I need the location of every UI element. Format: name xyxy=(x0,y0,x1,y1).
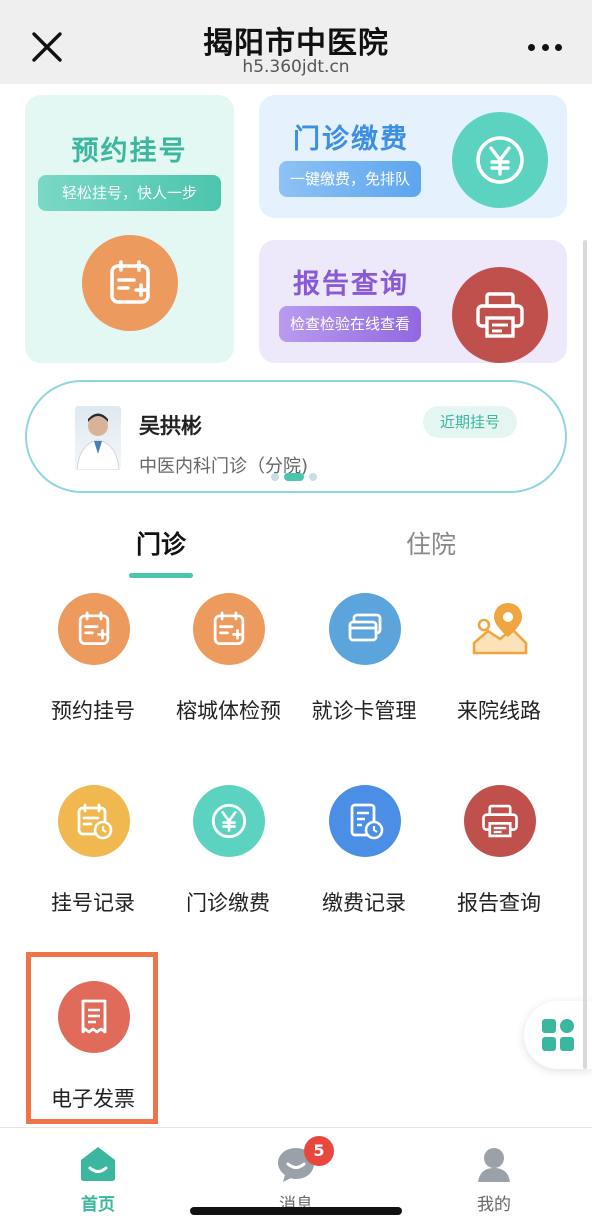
service-payment-history[interactable]: 缴费记录 xyxy=(290,785,438,925)
yen-icon xyxy=(193,785,265,857)
message-count-badge: 5 xyxy=(304,1136,334,1166)
service-directions[interactable]: 来院线路 xyxy=(425,593,573,733)
home-icon xyxy=(81,1147,115,1181)
service-card-management[interactable]: 就诊卡管理 xyxy=(290,593,438,733)
printer-icon xyxy=(452,267,548,363)
top-bar: 揭阳市中医院 h5.360jdt.cn xyxy=(0,0,592,84)
page-url: h5.360jdt.cn xyxy=(242,57,350,77)
appointment-card[interactable]: 预约挂号 轻松挂号，快人一步 xyxy=(25,95,234,363)
calendar-plus-icon xyxy=(58,593,130,665)
selection-highlight xyxy=(26,952,158,1124)
calendar-plus-icon xyxy=(82,235,178,331)
service-physical-exam[interactable]: 榕城体检预约 xyxy=(154,593,302,733)
service-appointment[interactable]: 预约挂号 xyxy=(19,593,167,733)
service-label: 门诊缴费 xyxy=(186,891,270,915)
scrollbar[interactable] xyxy=(583,240,587,1069)
calendar-plus-icon xyxy=(193,593,265,665)
user-icon xyxy=(478,1148,510,1182)
grid-apps-icon[interactable] xyxy=(524,1001,592,1069)
carousel-dots xyxy=(271,473,317,481)
service-label: 预约挂号 xyxy=(51,699,135,723)
carousel-dot xyxy=(309,473,317,481)
appointment-card-title: 预约挂号 xyxy=(71,136,188,167)
service-outpatient-payment[interactable]: 门诊缴费 xyxy=(154,785,302,925)
recent-doctor-card[interactable]: 吴拱彬 中医内科门诊（分院) 近期挂号 xyxy=(25,380,567,493)
active-tab-indicator xyxy=(129,573,193,578)
service-label: 榕城体检预约 xyxy=(176,699,280,723)
tab-inpatient[interactable]: 住院 xyxy=(406,525,456,561)
nav-profile-label: 我的 xyxy=(477,1195,511,1215)
service-label: 挂号记录 xyxy=(51,891,135,915)
card-icon xyxy=(329,593,401,665)
payment-card-title: 门诊缴费 xyxy=(293,124,409,155)
service-label: 就诊卡管理 xyxy=(311,699,417,723)
service-label: 来院线路 xyxy=(457,699,541,723)
doctor-name: 吴拱彬 xyxy=(139,414,202,438)
nav-home-label: 首页 xyxy=(81,1195,115,1215)
recent-appointment-badge: 近期挂号 xyxy=(423,406,517,438)
more-icon[interactable] xyxy=(528,40,562,54)
service-appointment-history[interactable]: 挂号记录 xyxy=(19,785,167,925)
page-title: 揭阳市中医院 xyxy=(203,26,389,61)
report-card-title: 报告查询 xyxy=(293,269,409,300)
carousel-dot-active xyxy=(284,473,304,481)
map-pin-icon xyxy=(464,593,536,665)
report-card[interactable]: 报告查询 检查检验在线查看 xyxy=(259,240,567,363)
payment-card-tag: 一键缴费，免排队 xyxy=(279,161,421,197)
yen-icon xyxy=(452,112,548,208)
service-label: 缴费记录 xyxy=(322,891,406,915)
bill-clock-icon xyxy=(329,785,401,857)
printer-icon xyxy=(464,785,536,857)
home-indicator xyxy=(190,1207,402,1215)
tab-outpatient[interactable]: 门诊 xyxy=(136,525,186,561)
appointment-card-tag: 轻松挂号，快人一步 xyxy=(38,175,221,211)
doctor-avatar xyxy=(75,406,121,470)
carousel-dot xyxy=(271,473,279,481)
payment-card[interactable]: 门诊缴费 一键缴费，免排队 xyxy=(259,95,567,218)
calendar-clock-icon xyxy=(58,785,130,857)
report-card-tag: 检查检验在线查看 xyxy=(279,306,421,342)
service-label: 报告查询 xyxy=(457,891,541,915)
service-report-query[interactable]: 报告查询 xyxy=(425,785,573,925)
